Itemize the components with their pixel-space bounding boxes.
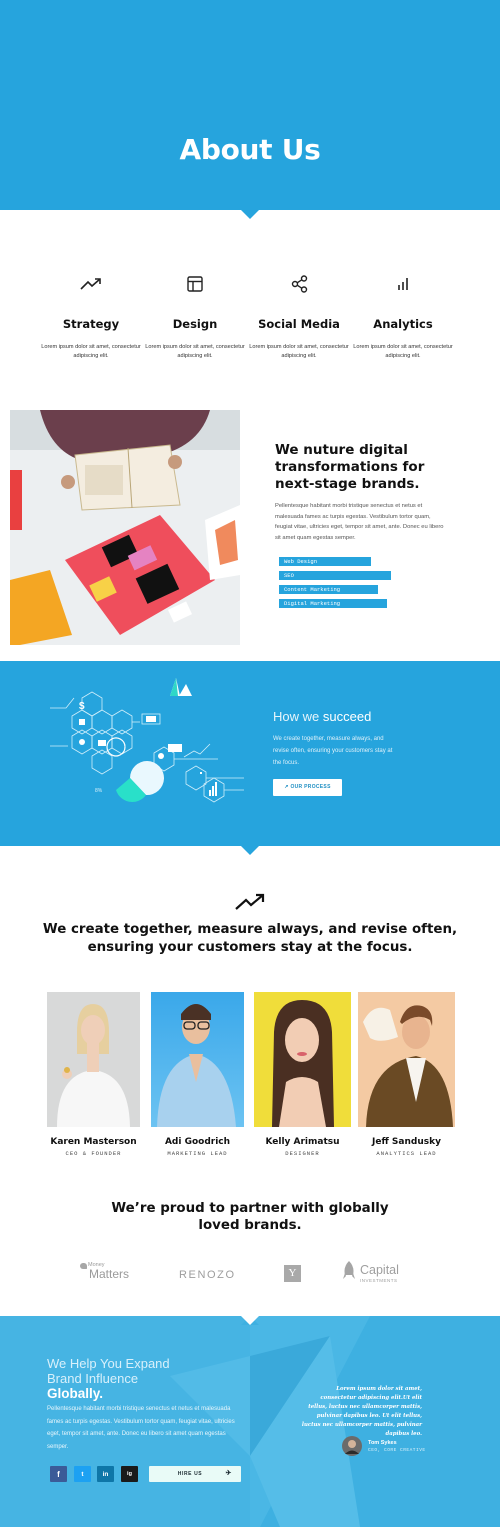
cta-notch-inner — [241, 1316, 259, 1325]
service-strategy: Strategy Lorem ipsum dolor sit amet, con… — [41, 270, 141, 361]
member-name: Adi Goodrich — [164, 1137, 231, 1147]
succeed-title-bold: succeed — [322, 709, 372, 724]
service-desc: Lorem ipsum dolor sit amet, consectetur … — [353, 344, 453, 359]
service-desc: Lorem ipsum dolor sit amet, consectetur … — [145, 344, 245, 359]
money-matters-mark-icon — [80, 1263, 87, 1269]
service-social-media: Social Media Lorem ipsum dolor sit amet,… — [249, 270, 349, 361]
service-title: Analytics — [373, 317, 433, 331]
workspace-photo — [10, 410, 240, 645]
service-title: Strategy — [62, 317, 120, 331]
hero-section: About Us — [0, 0, 500, 210]
succeed-notch — [241, 846, 259, 855]
page-title: About Us — [179, 133, 321, 166]
partner-logo-big: Matters — [89, 1267, 130, 1281]
skill-bar: SEO — [279, 571, 391, 580]
percent-label: 8% — [95, 788, 103, 794]
avatar — [342, 1436, 362, 1456]
cta-line-1: We Help You Expand — [47, 1356, 170, 1371]
feature-body: Pellentesque habitant morbi tristique se… — [275, 503, 444, 541]
share-icon — [291, 275, 307, 293]
instagram-icon: ig — [127, 1471, 132, 1477]
skill-bar: Web Design — [279, 557, 371, 566]
member-name: Karen Masterson — [50, 1137, 137, 1147]
skill-bar: Digital Marketing — [279, 599, 387, 608]
member-photo — [358, 992, 455, 1127]
hire-us-button[interactable]: HIRE US ✈ — [149, 1466, 241, 1482]
team-member-jeff: Jeff Sandusky ANALYTICS LEAD — [358, 992, 455, 1157]
motto-text: We create together, measure always, and … — [42, 922, 458, 955]
succeed-body: We create together, measure always, and … — [273, 736, 393, 766]
facebook-button[interactable]: f — [50, 1466, 67, 1482]
member-role: ANALYTICS LEAD — [376, 1150, 437, 1157]
hero-notch — [241, 210, 259, 219]
service-title: Social Media — [258, 317, 340, 331]
twitter-button[interactable]: t — [74, 1466, 91, 1482]
member-role: MARKETING LEAD — [167, 1150, 228, 1157]
cta-line-3: Globally. — [47, 1386, 104, 1401]
team-member-adi: Adi Goodrich MARKETING LEAD — [151, 992, 244, 1157]
dollar-sign-text: $ — [79, 701, 85, 712]
author-role: CEO, CORE CREATIVE — [368, 1448, 426, 1453]
rocket-icon — [343, 1261, 355, 1279]
service-design: Design Lorem ipsum dolor sit amet, conse… — [145, 270, 245, 361]
member-photo — [254, 992, 351, 1127]
team-member-kelly: Kelly Arimatsu DESIGNER — [254, 992, 351, 1157]
service-desc: Lorem ipsum dolor sit amet, consectetur … — [41, 344, 141, 359]
member-name: Jeff Sandusky — [372, 1137, 441, 1147]
partner-logo-renozo: RENOZO — [179, 1269, 236, 1281]
succeed-title: How we succeed — [273, 709, 371, 724]
layout-icon — [187, 276, 203, 292]
instagram-button[interactable]: ig — [121, 1466, 138, 1482]
facebook-icon: f — [57, 1469, 60, 1479]
trending-up-icon — [80, 278, 101, 290]
bar-chart-icon — [398, 278, 408, 290]
member-photo — [47, 992, 140, 1127]
cta-body: Pellentesque habitant morbi tristique se… — [47, 1406, 235, 1450]
service-desc: Lorem ipsum dolor sit amet, consectetur … — [249, 344, 349, 359]
author-name: Tom Sykes — [368, 1440, 397, 1446]
linkedin-button[interactable]: in — [97, 1466, 114, 1482]
member-photo — [151, 992, 244, 1127]
service-title: Design — [172, 317, 218, 331]
our-process-label: OUR PROCESS — [290, 784, 331, 790]
partners-title: We’re proud to partner with globally lov… — [111, 1201, 389, 1233]
send-icon: ✈ — [225, 1470, 232, 1477]
twitter-icon: t — [81, 1470, 84, 1478]
partner-logo-y: Y — [284, 1265, 301, 1282]
member-role: CEO & FOUNDER — [65, 1150, 122, 1157]
testimonial-quote: Lorem ipsum dolor sit amet, consectetur … — [301, 1386, 422, 1437]
feature-title: We nuture digital transformations for ne… — [275, 442, 425, 492]
cta-line-2: Brand Influence — [47, 1371, 139, 1386]
hire-us-label: HIRE US — [177, 1471, 203, 1477]
partner-logo-big: Capital — [360, 1263, 399, 1277]
cta-heading: We Help You Expand Brand Influence Globa… — [47, 1356, 170, 1401]
linkedin-icon: in — [102, 1470, 109, 1478]
member-role: DESIGNER — [285, 1150, 320, 1157]
skill-bar: Content Marketing — [279, 585, 378, 594]
member-name: Kelly Arimatsu — [265, 1137, 340, 1147]
succeed-section: $ 8% — [0, 661, 500, 846]
partner-logo-money-matters: Money Matters — [80, 1262, 129, 1281]
our-process-button[interactable]: ↗ OUR PROCESS — [273, 779, 342, 796]
analytics-network-graphic: $ 8% — [50, 678, 244, 803]
partner-logo-small: INVESTMENTS — [360, 1278, 398, 1283]
team-member-karen: Karen Masterson CEO & FOUNDER — [47, 992, 140, 1157]
succeed-title-light: How we — [273, 709, 320, 724]
trending-up-icon — [235, 893, 265, 910]
service-analytics: Analytics Lorem ipsum dolor sit amet, co… — [353, 270, 453, 361]
